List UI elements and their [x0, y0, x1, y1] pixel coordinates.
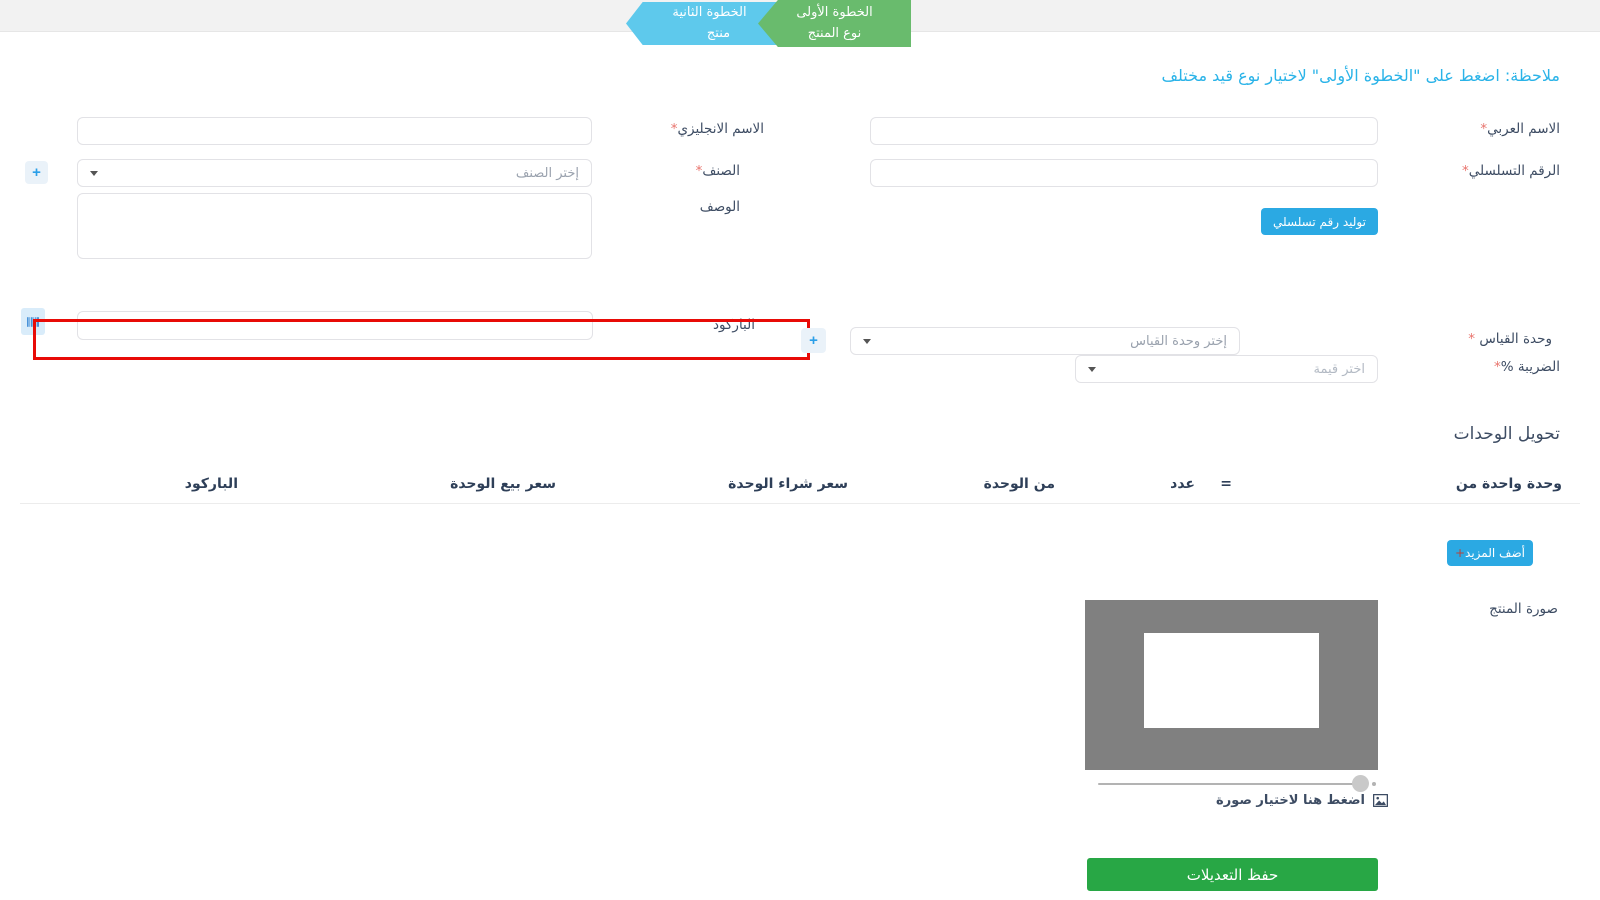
choose-image-button[interactable]: اضغط هنا لاختيار صورة: [1216, 793, 1388, 808]
stepper-step-1[interactable]: الخطوة الأولى نوع المنتج: [758, 0, 911, 47]
add-more-plus: +: [1455, 546, 1465, 560]
unit-select-value: إختر وحدة القياس: [1130, 334, 1227, 349]
units-col-header: الباركود: [185, 476, 238, 492]
units-col-header: وحدة واحدة من: [1456, 476, 1562, 492]
save-changes-button[interactable]: حفظ التعديلات: [1087, 858, 1378, 891]
units-section-title: تحويل الوحدات: [1454, 424, 1560, 444]
add-more-label: أضف المزيد: [1465, 546, 1525, 560]
unit-select[interactable]: إختر وحدة القياس: [850, 327, 1240, 355]
english-name-input[interactable]: [77, 117, 592, 145]
units-col-header: سعر شراء الوحدة: [728, 476, 848, 492]
note-text: ملاحظة: اضغط على "الخطوة الأولى" لاختيار…: [1161, 66, 1560, 85]
arabic-name-label: الاسم العربي*: [1480, 121, 1560, 137]
step2-title: الخطوة الثانية: [672, 3, 746, 23]
description-label: الوصف: [700, 199, 740, 215]
product-image-inner: [1144, 633, 1319, 728]
tax-select-value: اختر قيمة: [1314, 362, 1366, 377]
serial-number-input[interactable]: [870, 159, 1378, 187]
category-select-value: إختر الصنف: [516, 166, 579, 181]
units-col-header: من الوحدة: [984, 476, 1055, 492]
step1-subtitle: نوع المنتج: [808, 24, 862, 44]
image-icon: [1373, 794, 1388, 807]
step2-subtitle: منتج: [689, 24, 730, 44]
english-name-label: الاسم الانجليزي*: [671, 121, 764, 137]
serial-number-label: الرقم التسلسلي*: [1462, 163, 1560, 179]
slider-end-dot: [1372, 782, 1376, 786]
units-col-header: عدد: [1170, 476, 1195, 492]
product-image-label: صورة المنتج: [1489, 601, 1558, 617]
add-unit-button[interactable]: +: [801, 328, 826, 353]
arabic-name-input[interactable]: [870, 117, 1378, 145]
tax-select[interactable]: اختر قيمة: [1075, 355, 1378, 383]
units-col-header: =: [1220, 476, 1232, 492]
required-mark: *: [1462, 163, 1469, 179]
units-col-header: سعر بيع الوحدة: [450, 476, 556, 492]
category-label: الصنف*: [696, 163, 740, 179]
category-select[interactable]: إختر الصنف: [77, 159, 592, 187]
image-zoom-slider-handle[interactable]: [1352, 775, 1369, 792]
chevron-down-icon: [90, 171, 98, 176]
image-zoom-slider-track[interactable]: [1098, 783, 1360, 785]
required-mark: *: [1494, 359, 1501, 375]
description-textarea[interactable]: [77, 193, 592, 259]
tax-label: الضريبة %*: [1494, 359, 1560, 375]
unit-label: وحدة القياس *: [1468, 331, 1552, 347]
choose-image-text: اضغط هنا لاختيار صورة: [1216, 793, 1365, 808]
chevron-down-icon: [863, 339, 871, 344]
add-more-button[interactable]: أضف المزيد+: [1447, 540, 1533, 566]
product-form-page: الخطوة الأولى نوع المنتج الخطوة الثانية …: [0, 0, 1600, 900]
unit-highlight-box: [33, 319, 810, 360]
add-category-button[interactable]: +: [25, 161, 48, 184]
generate-serial-button[interactable]: توليد رقم تسلسلي: [1261, 208, 1378, 235]
product-image-placeholder[interactable]: [1085, 600, 1378, 770]
step1-title: الخطوة الأولى: [796, 3, 872, 23]
table-divider: [20, 503, 1580, 504]
chevron-down-icon: [1088, 367, 1096, 372]
